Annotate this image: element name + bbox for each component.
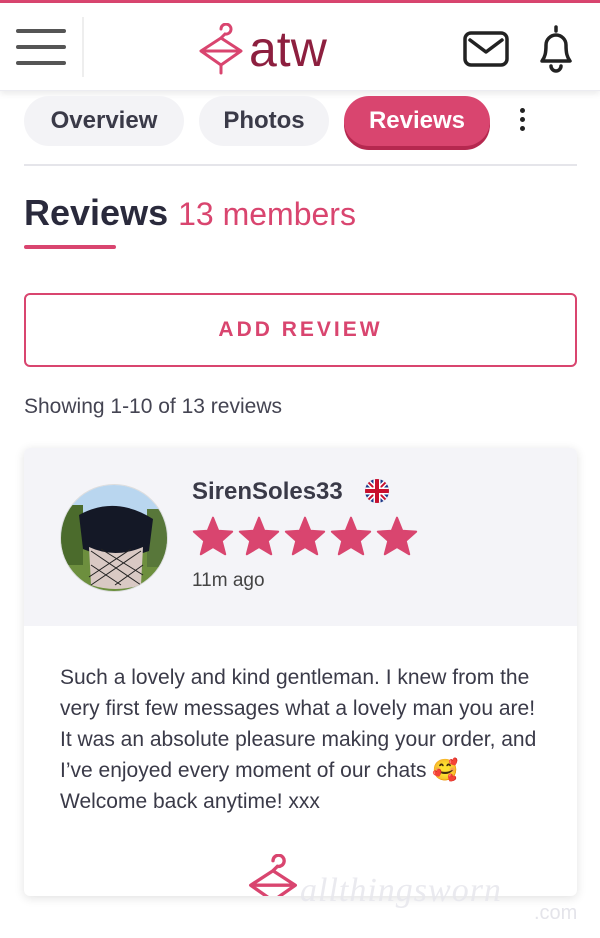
- review-header: SirenSoles33 11m ago: [24, 448, 577, 626]
- tab-photos[interactable]: Photos: [199, 96, 329, 146]
- review-text: Such a lovely and kind gentleman. I knew…: [60, 666, 537, 813]
- watermark-suffix: .com: [534, 902, 578, 924]
- star-icon: [330, 516, 372, 556]
- add-review-button[interactable]: ADD REVIEW: [24, 293, 577, 367]
- star-icon: [238, 516, 280, 556]
- reviewer-avatar[interactable]: [60, 484, 168, 592]
- logo-text: atw: [249, 21, 327, 77]
- tabs-divider: [24, 164, 577, 166]
- member-count: 13 members: [178, 196, 356, 232]
- hanger-logo-icon: [199, 23, 243, 75]
- bell-icon[interactable]: [534, 23, 578, 73]
- section-heading: Reviews 13 members: [24, 192, 356, 234]
- hanger-watermark-icon: [249, 854, 297, 896]
- profile-tabs: Overview Photos Reviews: [24, 96, 584, 148]
- header-divider: [82, 17, 84, 77]
- review-timestamp: 11m ago: [192, 570, 265, 591]
- more-options-icon[interactable]: [512, 106, 532, 136]
- tab-reviews[interactable]: Reviews: [344, 96, 490, 146]
- hamburger-menu-icon[interactable]: [16, 29, 66, 67]
- mail-icon[interactable]: [462, 29, 510, 69]
- tab-overview[interactable]: Overview: [24, 96, 184, 146]
- results-count: Showing 1-10 of 13 reviews: [24, 395, 282, 418]
- star-rating: [192, 516, 422, 556]
- site-logo[interactable]: atw: [195, 19, 327, 79]
- app-header: atw: [0, 3, 600, 91]
- section-title: Reviews: [24, 192, 169, 233]
- star-icon: [192, 516, 234, 556]
- watermark-text: allthingsworn: [300, 872, 502, 909]
- reviewer-name[interactable]: SirenSoles33: [192, 478, 343, 506]
- title-underline: [24, 245, 116, 249]
- star-icon: [376, 516, 418, 556]
- review-card: SirenSoles33 11m ago Such a lovely and k…: [24, 448, 577, 896]
- star-icon: [284, 516, 326, 556]
- uk-flag-icon: [365, 479, 389, 503]
